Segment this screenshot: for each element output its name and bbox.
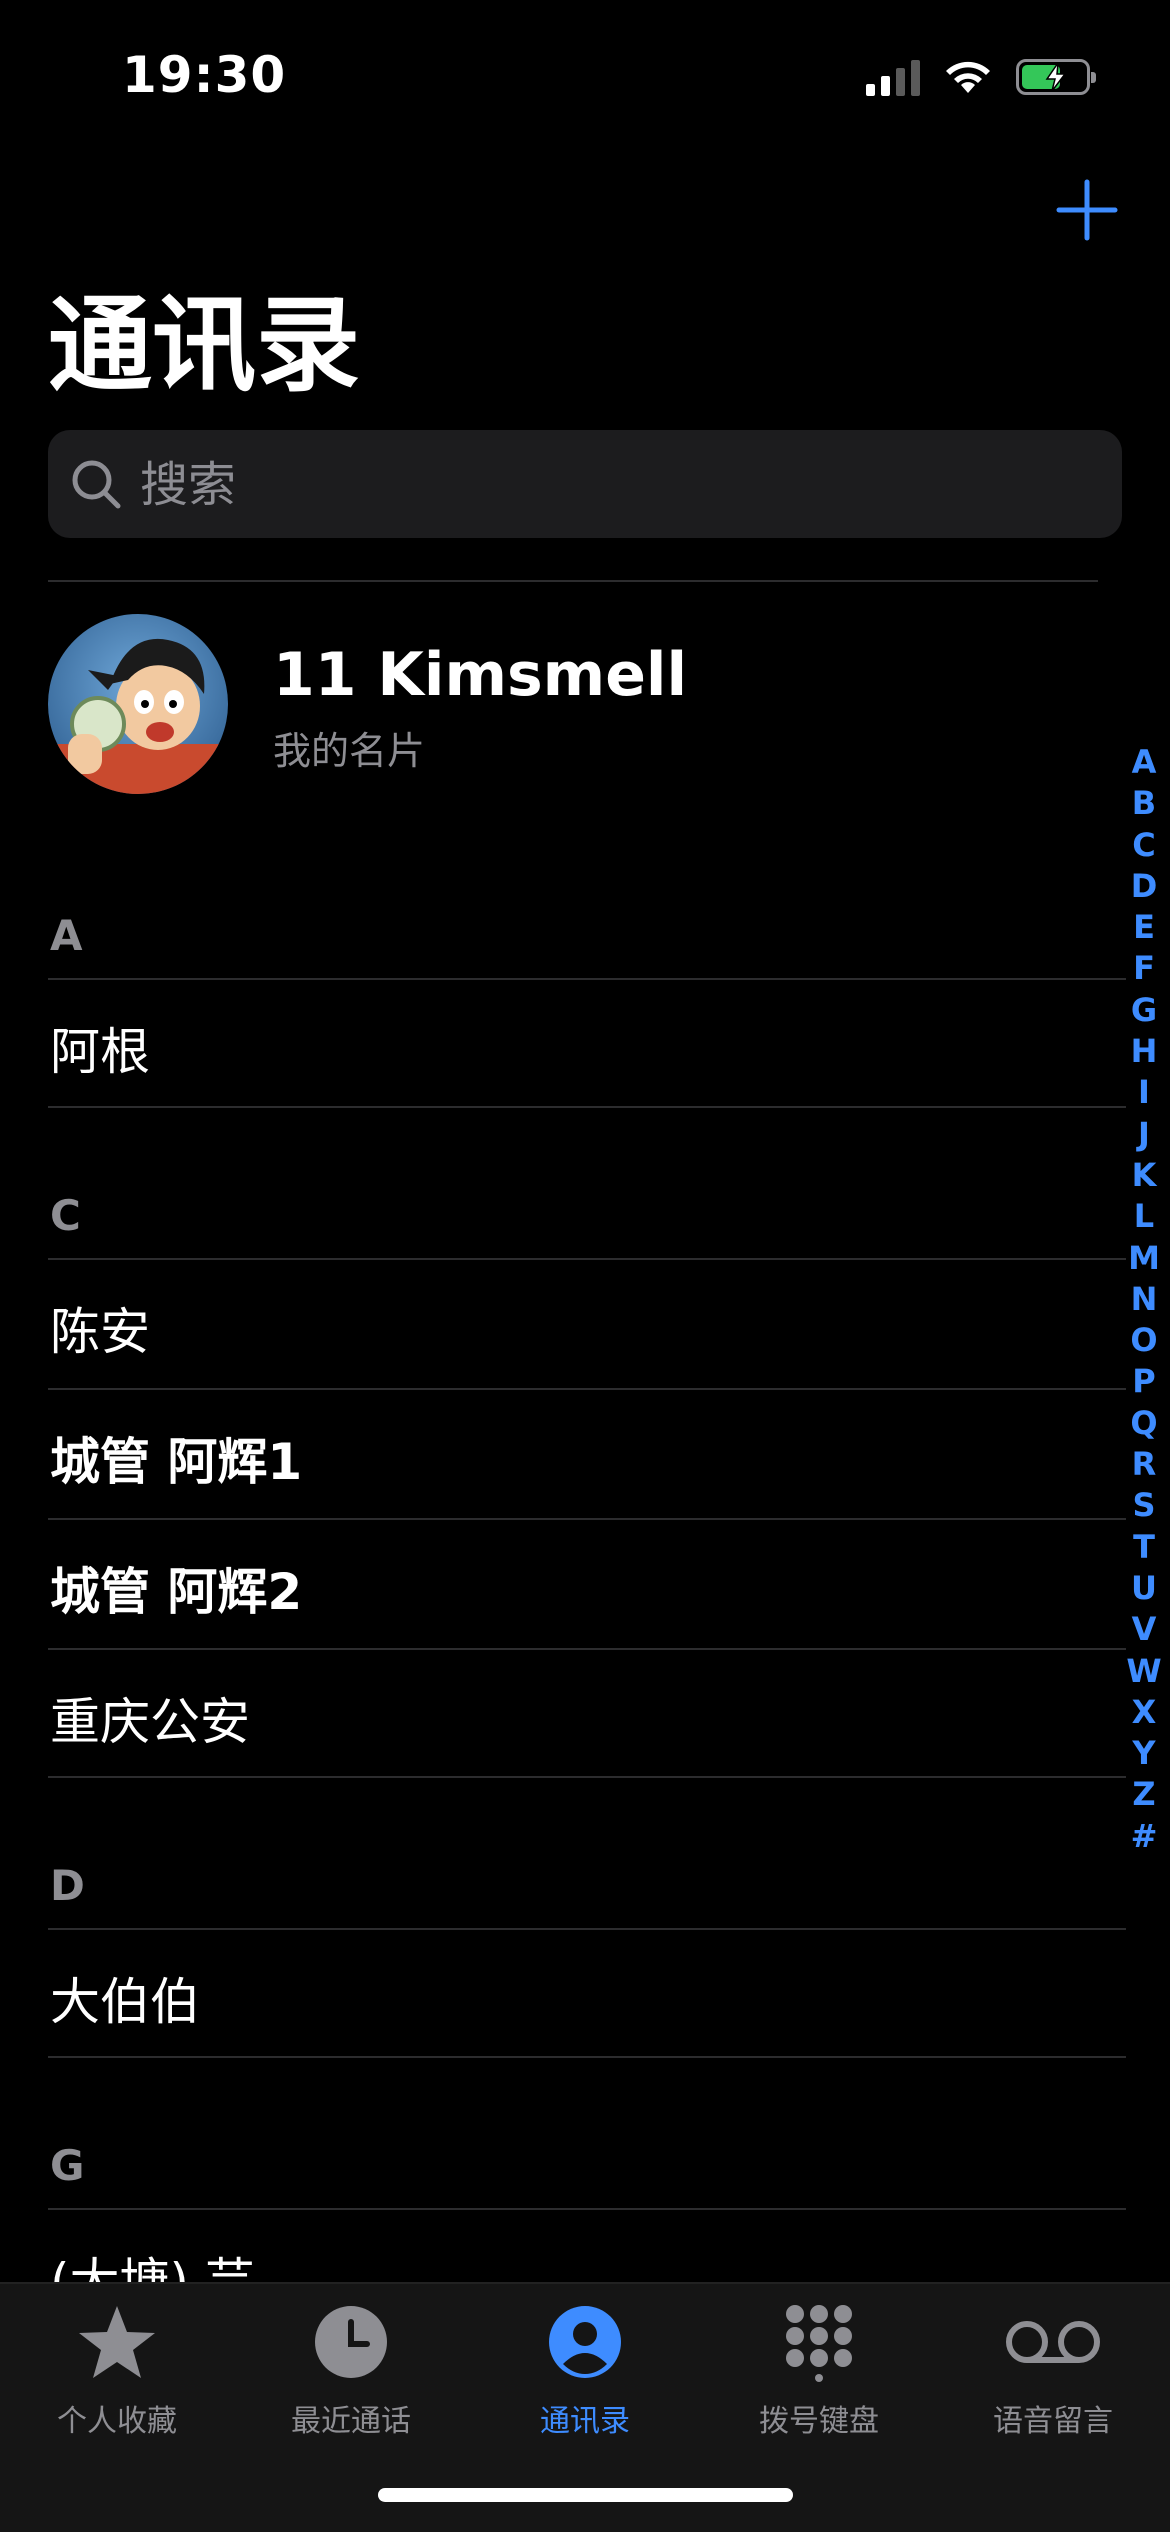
index-letter[interactable]: B <box>1132 783 1156 824</box>
cellular-signal-icon <box>866 58 920 96</box>
battery-charging-icon <box>1016 59 1096 95</box>
contact-row[interactable]: 阿根 <box>48 978 1126 1108</box>
index-letter[interactable]: C <box>1132 825 1155 866</box>
index-letter[interactable]: P <box>1132 1361 1155 1402</box>
index-letter[interactable]: L <box>1134 1196 1154 1237</box>
index-letter[interactable]: D <box>1131 866 1158 907</box>
tab-favorites[interactable]: 个人收藏 <box>0 2284 234 2464</box>
index-letter[interactable]: I <box>1138 1072 1150 1113</box>
index-letter[interactable]: X <box>1132 1692 1157 1733</box>
contact-row[interactable]: 大伯伯 <box>48 1928 1126 2058</box>
index-letter[interactable]: K <box>1132 1155 1157 1196</box>
section-header-c: C <box>50 1191 81 1240</box>
index-letter[interactable]: Z <box>1132 1774 1155 1815</box>
index-letter[interactable]: # <box>1131 1816 1158 1857</box>
add-contact-button[interactable] <box>1055 178 1119 242</box>
search-icon <box>72 460 121 509</box>
index-letter[interactable]: V <box>1132 1609 1157 1650</box>
clock-icon <box>315 2306 387 2378</box>
tab-label: 通讯录 <box>540 2404 630 2439</box>
index-letter[interactable]: H <box>1131 1031 1158 1072</box>
page-title: 通讯录 <box>48 284 361 406</box>
tab-voicemail[interactable]: 语音留言 <box>936 2284 1170 2464</box>
tab-label: 个人收藏 <box>57 2404 177 2439</box>
avatar <box>48 614 228 794</box>
index-letter[interactable]: A <box>1132 742 1157 783</box>
star-icon <box>79 2306 155 2378</box>
tab-label: 语音留言 <box>993 2404 1113 2439</box>
index-letter[interactable]: U <box>1131 1568 1157 1609</box>
contacts-screen: 19:30 通讯录 搜索 11 Kimsmell 我的名片 A 阿根 C 陈安 … <box>0 0 1170 2532</box>
voicemail-icon <box>1006 2321 1100 2363</box>
search-bar[interactable] <box>48 430 1122 540</box>
section-header-a: A <box>50 911 83 960</box>
index-letter[interactable]: E <box>1133 907 1155 948</box>
index-letter[interactable]: S <box>1132 1485 1155 1526</box>
tab-recents[interactable]: 最近通话 <box>234 2284 468 2464</box>
index-letter[interactable]: M <box>1128 1238 1160 1279</box>
divider <box>48 580 1098 582</box>
index-letter[interactable]: N <box>1131 1279 1158 1320</box>
index-letter[interactable]: F <box>1133 948 1155 989</box>
tab-keypad[interactable]: 拨号键盘 <box>702 2284 936 2464</box>
tab-label: 拨号键盘 <box>759 2404 879 2439</box>
tab-contacts[interactable]: 通讯录 <box>468 2284 702 2464</box>
contact-row[interactable]: 重庆公安 <box>48 1648 1126 1778</box>
search-input[interactable] <box>138 430 1102 540</box>
section-header-g: G <box>50 2141 85 2190</box>
my-card-name: 11 Kimsmell <box>273 640 688 710</box>
index-letter[interactable]: Q <box>1130 1403 1157 1444</box>
contact-row[interactable]: 城管 阿辉1 <box>48 1388 1126 1518</box>
contact-row[interactable]: 陈安 <box>48 1258 1126 1388</box>
my-card[interactable]: 11 Kimsmell 我的名片 <box>48 612 1098 794</box>
index-letter[interactable]: W <box>1126 1651 1161 1692</box>
keypad-icon <box>786 2305 852 2382</box>
index-letter[interactable]: G <box>1131 990 1157 1031</box>
status-time: 19:30 <box>122 46 287 104</box>
person-circle-icon <box>549 2306 621 2378</box>
index-letter[interactable]: R <box>1132 1444 1157 1485</box>
home-indicator[interactable] <box>378 2488 793 2502</box>
contact-list[interactable]: A 阿根 C 陈安 城管 阿辉1 城管 阿辉2 重庆公安 D 大伯伯 G (大塘… <box>0 880 1170 2338</box>
section-header-d: D <box>50 1861 85 1910</box>
index-letter[interactable]: T <box>1133 1527 1155 1568</box>
index-letter[interactable]: Y <box>1132 1733 1155 1774</box>
contact-row[interactable]: 城管 阿辉2 <box>48 1518 1126 1648</box>
index-letter[interactable]: O <box>1130 1320 1157 1361</box>
tab-label: 最近通话 <box>291 2404 411 2439</box>
wifi-icon <box>946 61 990 93</box>
my-card-subtitle: 我的名片 <box>273 729 426 773</box>
section-index[interactable]: A B C D E F G H I J K L M N O P Q R S T U V W X Y Z # <box>1126 742 1162 1857</box>
status-icons <box>866 52 1096 102</box>
index-letter[interactable]: J <box>1138 1114 1150 1155</box>
